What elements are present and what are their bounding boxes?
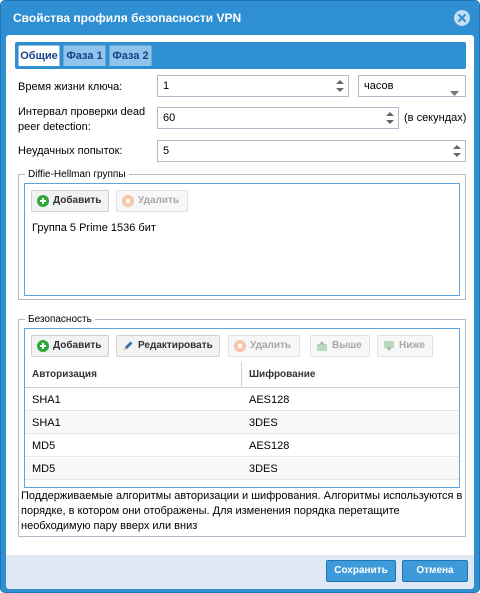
dialog-body: Общие Фаза 1 Фаза 2 Время жизни ключа: 1… [6, 35, 474, 555]
security-note: Поддерживаемые алгоритмы авторизации и ш… [21, 490, 463, 532]
tab-phase1-label: Фаза 1 [66, 50, 103, 62]
save-button[interactable]: Сохранить [326, 560, 396, 582]
security-down-button[interactable]: Ниже [377, 335, 433, 357]
delete-icon [122, 195, 134, 207]
tab-general-label: Общие [20, 50, 58, 62]
vpn-profile-dialog: Свойства профиля безопасности VPN Общие … [0, 0, 480, 593]
column-header-auth[interactable]: Авторизация [25, 362, 242, 388]
table-row[interactable]: MD5 AES128 [25, 435, 459, 457]
dh-groups-legend: Diffie-Hellman группы [25, 168, 129, 181]
dialog-titlebar[interactable]: Свойства профиля безопасности VPN [1, 1, 479, 35]
spinner-icon[interactable] [335, 78, 345, 94]
close-icon[interactable] [454, 10, 470, 26]
chevron-down-icon [450, 84, 459, 104]
table-row[interactable]: MD5 3DES [25, 458, 459, 480]
security-grid: Авторизация Шифрование SHA1 AES128 SHA1 … [25, 362, 459, 487]
delete-icon [234, 340, 246, 352]
security-down-label: Ниже [399, 340, 425, 351]
save-label: Сохранить [334, 565, 388, 576]
cell-enc: 3DES [249, 417, 278, 429]
key-lifetime-label: Время жизни ключа: [18, 81, 123, 93]
tab-phase2-label: Фаза 2 [112, 50, 149, 62]
dpd-interval-value: 60 [163, 112, 176, 124]
dh-delete-label: Удалить [138, 195, 180, 206]
dpd-interval-unit: (в секундах) [404, 112, 467, 124]
spinner-icon[interactable] [385, 110, 395, 126]
cell-enc: AES128 [249, 440, 290, 452]
key-lifetime-input[interactable]: 1 [157, 75, 349, 97]
move-up-icon [316, 340, 328, 352]
key-lifetime-unit-select[interactable]: часов [358, 75, 466, 97]
tab-general[interactable]: Общие [18, 45, 60, 66]
cell-auth: MD5 [32, 440, 56, 452]
security-delete-button[interactable]: Удалить [228, 335, 300, 357]
dialog-title: Свойства профиля безопасности VPN [13, 11, 242, 25]
move-down-icon [383, 340, 395, 352]
security-up-label: Выше [332, 340, 362, 351]
tab-phase2[interactable]: Фаза 2 [109, 45, 152, 66]
dh-group-item[interactable]: Группа 5 Prime 1536 бит [32, 221, 156, 235]
security-add-label: Добавить [53, 340, 102, 351]
cell-auth: MD5 [32, 463, 56, 475]
cell-enc: 3DES [249, 463, 278, 475]
cell-auth: SHA1 [32, 394, 61, 406]
pencil-icon [122, 340, 134, 352]
cancel-label: Отмена [416, 565, 454, 576]
column-header-enc[interactable]: Шифрование [242, 362, 459, 388]
security-edit-button[interactable]: Редактировать [116, 335, 220, 357]
failed-attempts-label: Неудачных попыток: [18, 145, 123, 157]
security-up-button[interactable]: Выше [310, 335, 370, 357]
tab-phase1[interactable]: Фаза 1 [63, 45, 106, 66]
dh-groups-fieldset: Diffie-Hellman группы Добавить Удалить Г… [18, 168, 466, 300]
cell-enc: AES128 [249, 394, 290, 406]
dpd-interval-input[interactable]: 60 [157, 107, 399, 129]
table-row[interactable]: SHA1 AES128 [25, 389, 459, 411]
security-fieldset: Безопасность Добавить Редактировать Удал… [18, 313, 466, 537]
security-edit-label: Редактировать [138, 340, 213, 351]
cell-auth: SHA1 [32, 417, 61, 429]
add-icon [37, 340, 49, 352]
dh-add-label: Добавить [53, 195, 102, 206]
dh-delete-button[interactable]: Удалить [116, 190, 188, 212]
key-lifetime-unit-value: часов [364, 80, 394, 92]
security-legend: Безопасность [25, 313, 95, 326]
security-add-button[interactable]: Добавить [31, 335, 109, 357]
dpd-interval-label-line1: Интервал проверки dead [18, 106, 146, 118]
add-icon [37, 195, 49, 207]
grid-header: Авторизация Шифрование [25, 362, 459, 388]
failed-attempts-value: 5 [163, 145, 170, 157]
security-panel: Добавить Редактировать Удалить Выше Ниже… [24, 328, 460, 488]
key-lifetime-value: 1 [163, 80, 170, 92]
dialog-footer: Сохранить Отмена [6, 555, 474, 589]
cancel-button[interactable]: Отмена [402, 560, 468, 582]
dpd-interval-label-line2: peer detection: [18, 121, 91, 133]
table-row[interactable]: SHA1 3DES [25, 412, 459, 434]
dh-groups-panel: Добавить Удалить Группа 5 Prime 1536 бит [24, 183, 460, 296]
tab-strip: Общие Фаза 1 Фаза 2 [15, 42, 466, 69]
failed-attempts-input[interactable]: 5 [157, 140, 466, 162]
spinner-icon[interactable] [452, 143, 462, 159]
dh-add-button[interactable]: Добавить [31, 190, 109, 212]
security-delete-label: Удалить [250, 340, 292, 351]
